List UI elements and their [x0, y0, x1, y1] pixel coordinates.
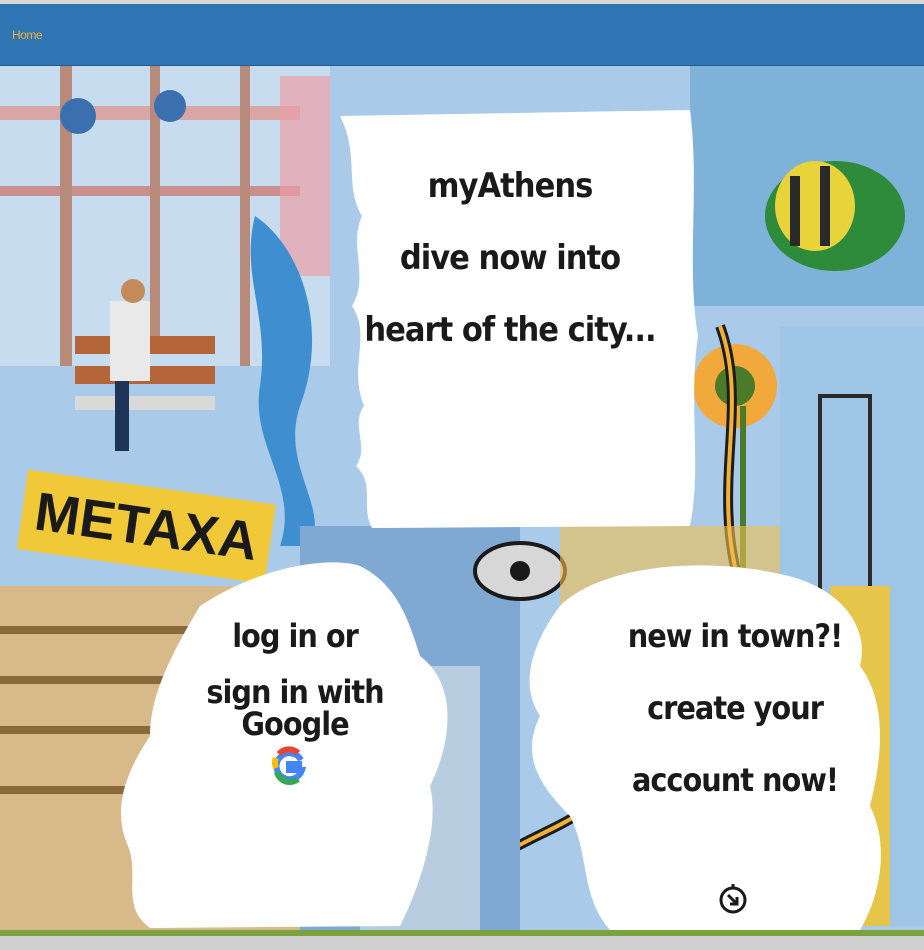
signup-line3: account now! [631, 761, 839, 799]
signup-line1: new in town?! [627, 617, 843, 655]
login-line1: log in or [232, 617, 359, 655]
nav-home-link[interactable]: Home [12, 28, 43, 42]
welcome-card: myAthens dive now into heart of the city… [360, 150, 660, 366]
app-title: myAthens [427, 166, 594, 206]
google-signin-link[interactable]: sign in with Google [150, 672, 440, 744]
signup-line2: create your [647, 689, 824, 727]
welcome-tagline-line2: heart of the city... [364, 310, 656, 350]
arrow-circle-icon[interactable] [717, 884, 749, 916]
login-card[interactable]: log in or sign in with Google [150, 600, 440, 744]
window-bottom [0, 936, 924, 950]
welcome-tagline-line1: dive now into [399, 238, 621, 278]
google-icon[interactable] [271, 744, 307, 788]
signup-card[interactable]: new in town?! create your account now! [590, 600, 880, 816]
navbar: Home [0, 4, 924, 66]
